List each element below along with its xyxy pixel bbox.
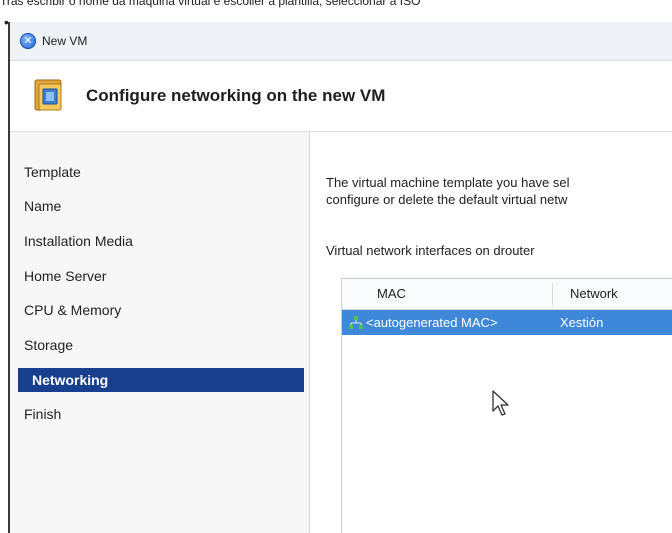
nav-step-name[interactable]: Name (24, 194, 303, 218)
description-text: The virtual machine template you have se… (326, 174, 570, 208)
vm-folder-icon (34, 79, 62, 111)
table-row[interactable]: <autogenerated MAC> Xestión (342, 310, 672, 335)
column-header-mac[interactable]: MAC (377, 286, 406, 301)
network-interfaces-table[interactable]: MAC Network <autogenerated MAC> Xestión (341, 278, 672, 533)
xencenter-app-icon: ✕ (20, 33, 36, 49)
nav-step-storage[interactable]: Storage (24, 333, 303, 357)
window-title: New VM (42, 34, 88, 48)
interfaces-list-label: Virtual network interfaces on drouter (326, 243, 535, 258)
mouse-pointer-icon (492, 390, 509, 416)
column-header-network[interactable]: Network (570, 286, 618, 301)
nav-step-finish[interactable]: Finish (24, 402, 303, 426)
description-line-1: The virtual machine template you have se… (326, 175, 570, 190)
title-bar: ✕ New VM (10, 22, 672, 61)
column-divider (552, 283, 553, 305)
wizard-header: Configure networking on the new VM (10, 61, 672, 132)
nav-step-cpu-memory[interactable]: CPU & Memory (24, 298, 303, 322)
row-mac-cell: <autogenerated MAC> (366, 315, 498, 330)
nav-step-installation-media[interactable]: Installation Media (24, 229, 303, 253)
new-vm-dialog: ✕ New VM Configure networking on the new… (10, 22, 672, 533)
table-header: MAC Network (342, 279, 672, 310)
network-interface-icon (349, 316, 363, 329)
description-line-2: configure or delete the default virtual … (326, 192, 568, 207)
nav-step-home-server[interactable]: Home Server (24, 264, 303, 288)
row-network-cell: Xestión (560, 315, 604, 330)
nav-step-template[interactable]: Template (24, 160, 303, 184)
wizard-steps-nav: Template Name Installation Media Home Se… (10, 132, 310, 533)
nav-step-networking[interactable]: Networking (18, 368, 304, 392)
networking-panel: The virtual machine template you have se… (310, 132, 672, 533)
page-title: Configure networking on the new VM (86, 86, 386, 105)
page-caption: Tras escribir o nome da máquina virtual … (0, 0, 421, 8)
